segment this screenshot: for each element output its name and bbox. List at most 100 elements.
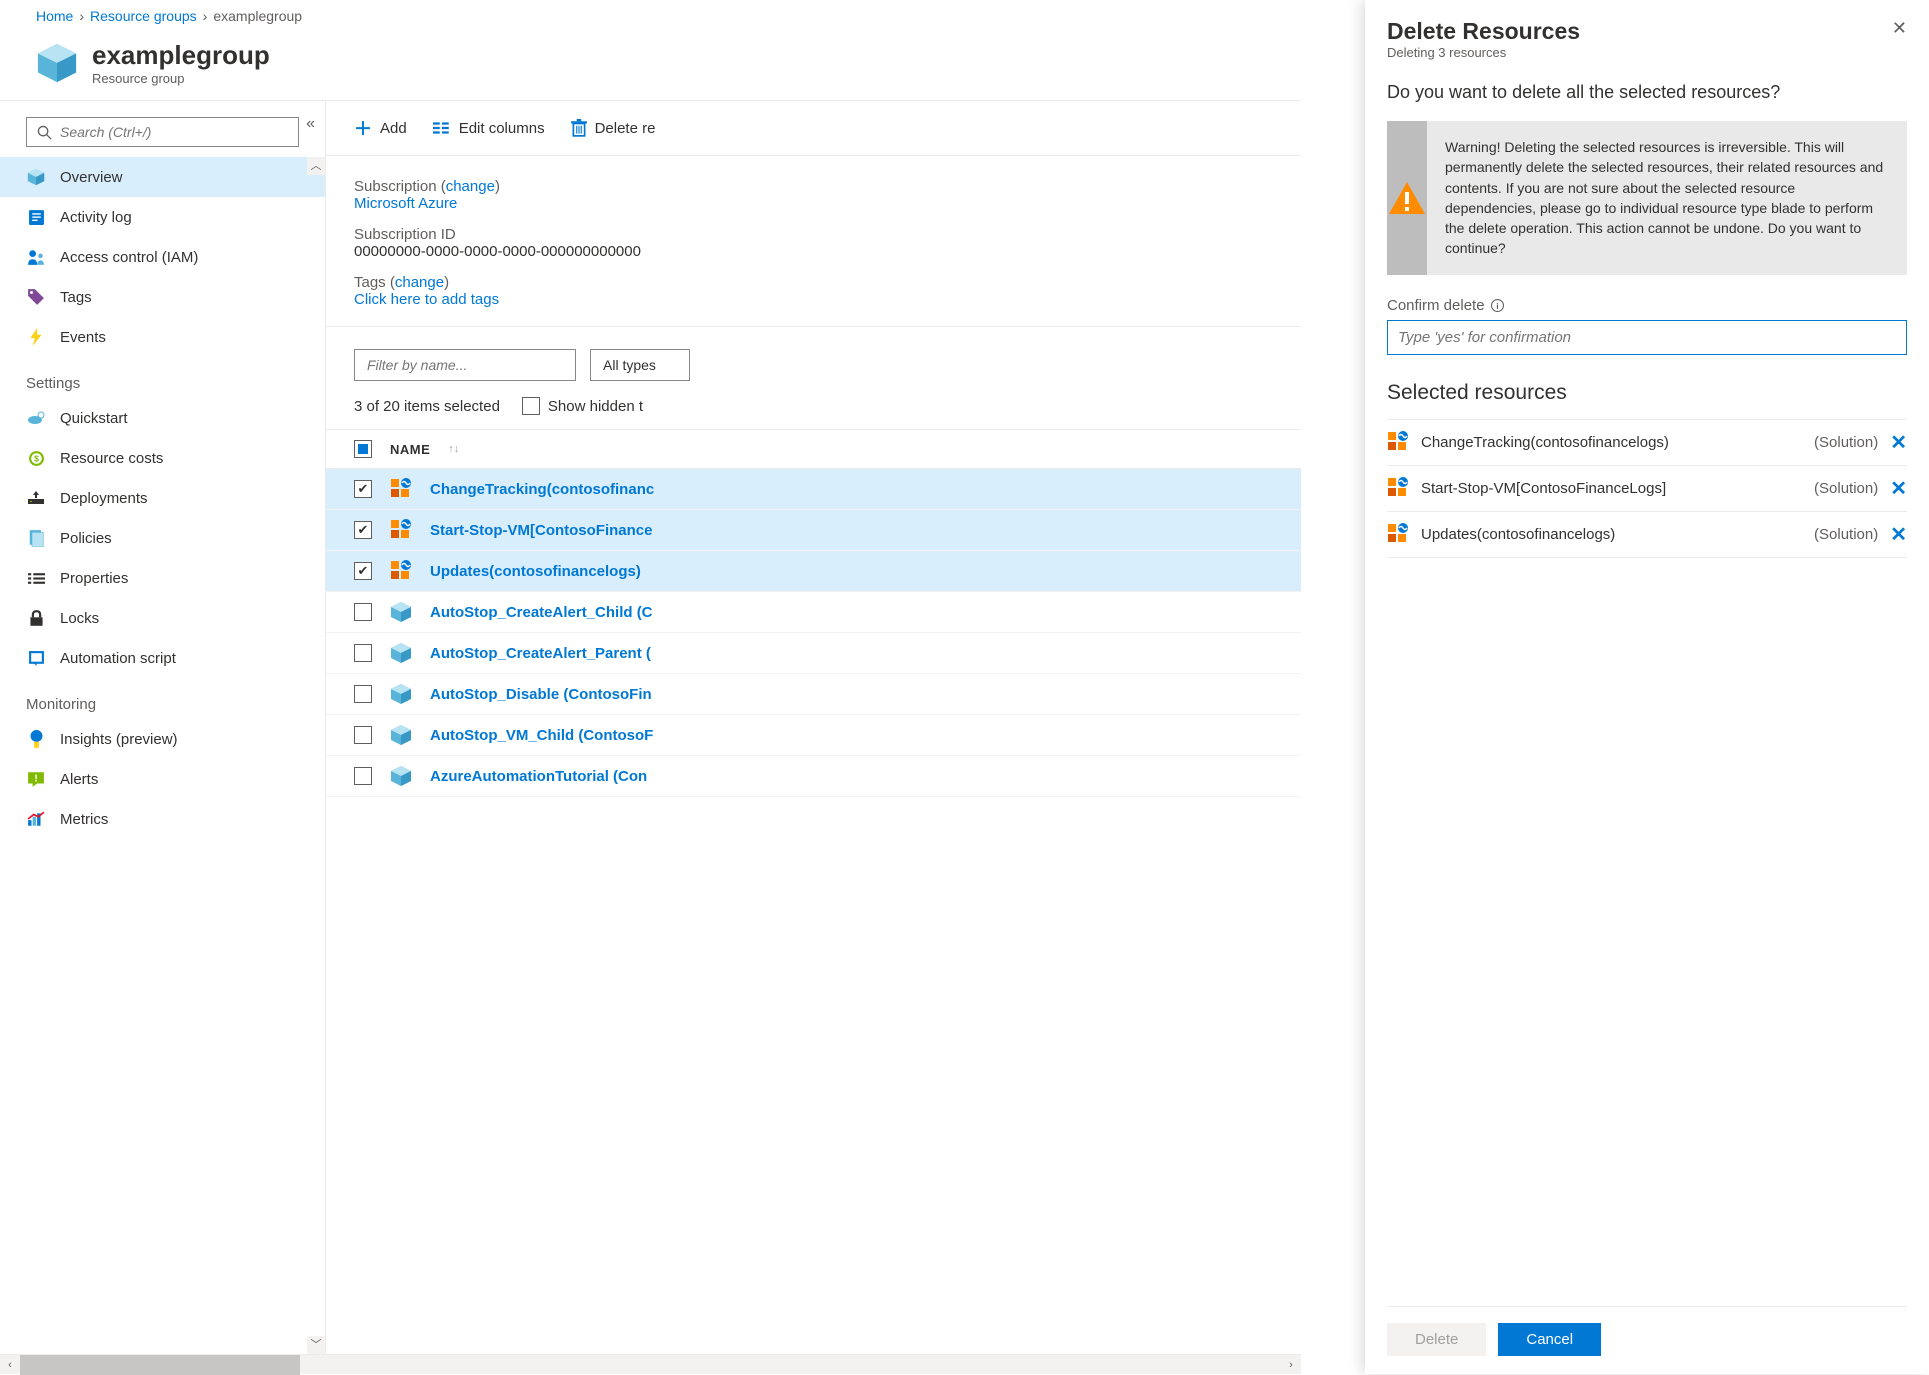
table-row[interactable]: Start-Stop-VM[ContosoFinance [326, 510, 1301, 551]
breadcrumb-home[interactable]: Home [36, 8, 73, 24]
add-button[interactable]: ＋ Add [354, 115, 407, 141]
subscription-label: Subscription [354, 178, 437, 195]
row-checkbox[interactable] [354, 685, 372, 703]
table-row[interactable]: AutoStop_Disable (ContosoFin [326, 674, 1301, 715]
close-panel-button[interactable]: ✕ [1892, 18, 1907, 39]
table-row[interactable]: Updates(contosofinancelogs) [326, 551, 1301, 592]
remove-resource-button[interactable]: ✕ [1890, 522, 1907, 547]
resource-name[interactable]: AutoStop_CreateAlert_Parent ( [430, 645, 651, 662]
resource-name[interactable]: Updates(contosofinancelogs) [430, 563, 641, 580]
collapse-sidebar-icon[interactable]: « [306, 115, 315, 133]
resource-name[interactable]: ChangeTracking(contosofinanc [430, 481, 654, 498]
insights-icon [26, 729, 46, 749]
remove-resource-button[interactable]: ✕ [1890, 476, 1907, 501]
horizontal-scrollbar[interactable]: ‹ › [0, 1354, 1301, 1374]
resource-details: Subscription (change) Microsoft Azure Su… [326, 156, 1301, 327]
table-row[interactable]: AutoStop_VM_Child (ContosoF [326, 715, 1301, 756]
sidebar-item-properties[interactable]: Properties [0, 558, 325, 598]
row-checkbox[interactable] [354, 726, 372, 744]
bolt-icon [26, 327, 46, 347]
quickstart-icon [26, 408, 46, 428]
sidebar-item-label: Alerts [60, 771, 98, 788]
selected-resource-type: (Solution) [1814, 526, 1878, 543]
add-tags-link[interactable]: Click here to add tags [354, 291, 1273, 308]
confirm-delete-input[interactable] [1387, 320, 1907, 355]
scroll-right-icon[interactable]: › [1281, 1359, 1301, 1371]
sidebar-item-automation-script[interactable]: Automation script [0, 638, 325, 678]
sidebar-search[interactable] [26, 117, 299, 147]
sidebar-item-events[interactable]: Events [0, 317, 325, 357]
properties-icon [26, 568, 46, 588]
tag-icon [26, 287, 46, 307]
change-tags-link[interactable]: change [395, 274, 444, 291]
chevron-right-icon: › [203, 8, 208, 24]
table-row[interactable]: ChangeTracking(contosofinanc [326, 469, 1301, 510]
resource-name[interactable]: AzureAutomationTutorial (Con [430, 768, 647, 785]
sidebar-item-policies[interactable]: Policies [0, 518, 325, 558]
sidebar-item-label: Insights (preview) [60, 731, 178, 748]
row-checkbox[interactable] [354, 480, 372, 498]
column-name[interactable]: NAME [390, 442, 430, 457]
sidebar-item-label: Policies [60, 530, 112, 547]
sidebar-item-label: Tags [60, 289, 92, 306]
row-checkbox[interactable] [354, 644, 372, 662]
resource-name[interactable]: AutoStop_Disable (ContosoFin [430, 686, 652, 703]
resource-name[interactable]: AutoStop_CreateAlert_Child (C [430, 604, 653, 621]
sidebar-item-label: Deployments [60, 490, 148, 507]
info-icon[interactable]: i [1491, 299, 1504, 312]
warning-text: Warning! Deleting the selected resources… [1427, 121, 1907, 275]
toolbar-label: Add [380, 120, 407, 137]
show-hidden-checkbox[interactable] [522, 397, 540, 415]
table-row[interactable]: AzureAutomationTutorial (Con [326, 756, 1301, 797]
change-subscription-link[interactable]: change [446, 178, 495, 195]
sidebar-item-metrics[interactable]: Metrics [0, 799, 325, 839]
table-row[interactable]: AutoStop_CreateAlert_Child (C [326, 592, 1301, 633]
main-content: ＋ Add Edit columns Delete re Subscriptio… [326, 101, 1301, 1354]
row-checkbox[interactable] [354, 767, 372, 785]
sidebar-item-tags[interactable]: Tags [0, 277, 325, 317]
sidebar-item-overview[interactable]: Overview [0, 157, 325, 197]
scroll-up-button[interactable]: ︿ [307, 157, 325, 175]
sidebar-item-label: Resource costs [60, 450, 163, 467]
page-header: examplegroup Resource group [0, 32, 1301, 100]
scroll-left-icon[interactable]: ‹ [0, 1359, 20, 1371]
scrollbar-thumb[interactable] [20, 1355, 300, 1375]
filter-bar: All types [326, 327, 1301, 393]
confirm-delete-label: Confirm delete [1387, 297, 1485, 314]
resource-name[interactable]: Start-Stop-VM[ContosoFinance [430, 522, 653, 539]
select-all-checkbox[interactable] [354, 440, 372, 458]
scroll-down-button[interactable]: ﹀ [307, 1336, 325, 1354]
metrics-icon [26, 809, 46, 829]
filter-by-name-input[interactable] [354, 349, 576, 381]
sidebar-item-alerts[interactable]: ! Alerts [0, 759, 325, 799]
sidebar-item-quickstart[interactable]: Quickstart [0, 398, 325, 438]
sidebar-search-input[interactable] [60, 124, 288, 140]
filter-type-dropdown[interactable]: All types [590, 349, 690, 381]
sidebar-item-resource-costs[interactable]: $ Resource costs [0, 438, 325, 478]
edit-columns-button[interactable]: Edit columns [433, 120, 545, 137]
selected-resource-row: ChangeTracking(contosofinancelogs)(Solut… [1387, 419, 1907, 466]
cost-icon: $ [26, 448, 46, 468]
chevron-right-icon: › [79, 8, 84, 24]
selection-count: 3 of 20 items selected [354, 398, 500, 415]
remove-resource-button[interactable]: ✕ [1890, 430, 1907, 455]
resource-name[interactable]: AutoStop_VM_Child (ContosoF [430, 727, 653, 744]
breadcrumb: Home › Resource groups › examplegroup [0, 0, 1301, 32]
subscription-value[interactable]: Microsoft Azure [354, 195, 1273, 212]
sidebar-item-deployments[interactable]: Deployments [0, 478, 325, 518]
tags-label: Tags [354, 274, 386, 291]
sidebar-item-label: Locks [60, 610, 99, 627]
sidebar-item-insights[interactable]: Insights (preview) [0, 719, 325, 759]
row-checkbox[interactable] [354, 603, 372, 621]
row-checkbox[interactable] [354, 521, 372, 539]
sidebar-item-access-control[interactable]: Access control (IAM) [0, 237, 325, 277]
sidebar-item-activity-log[interactable]: Activity log [0, 197, 325, 237]
sidebar-heading-monitoring: Monitoring [0, 678, 325, 719]
delete-button[interactable]: Delete [1387, 1323, 1486, 1356]
breadcrumb-resource-groups[interactable]: Resource groups [90, 8, 197, 24]
cancel-button[interactable]: Cancel [1498, 1323, 1601, 1356]
sidebar-item-locks[interactable]: Locks [0, 598, 325, 638]
table-row[interactable]: AutoStop_CreateAlert_Parent ( [326, 633, 1301, 674]
row-checkbox[interactable] [354, 562, 372, 580]
delete-resource-group-button[interactable]: Delete re [571, 119, 656, 137]
